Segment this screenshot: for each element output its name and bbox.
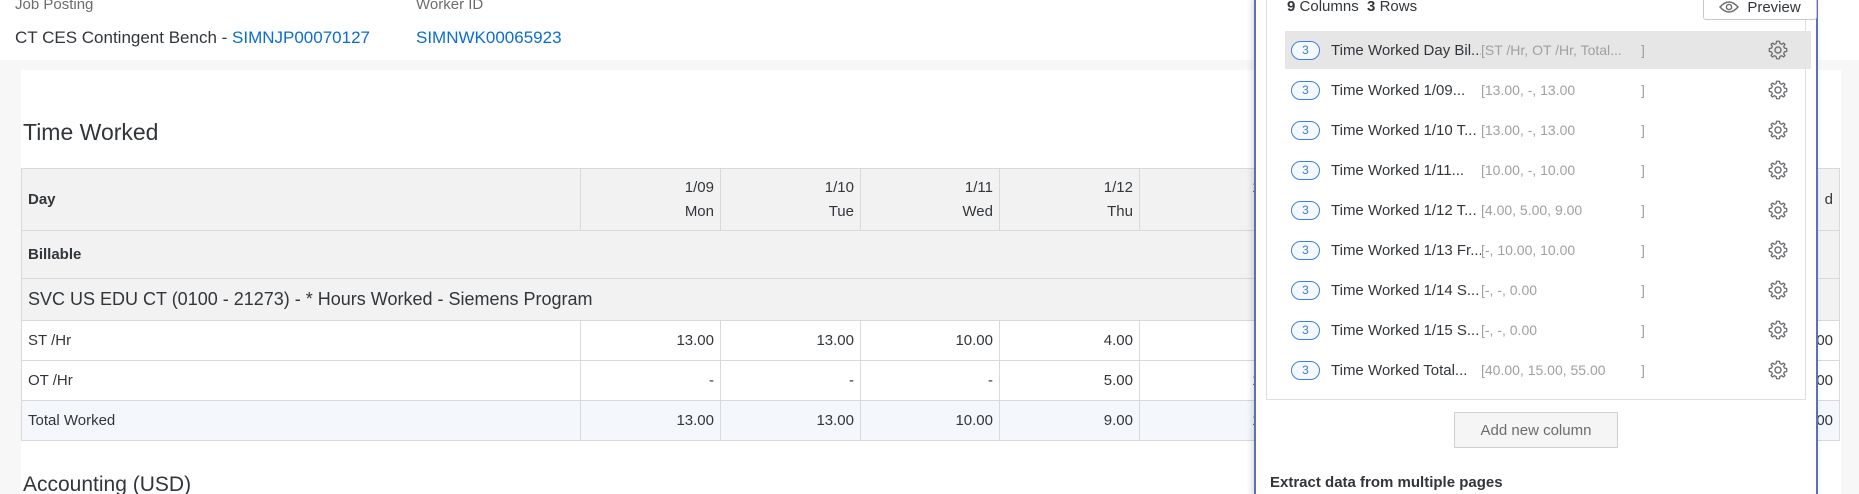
row-count-badge: 3: [1291, 80, 1320, 100]
column-item[interactable]: 3 Time Worked 1/10 T... [13.00, -, 13.00]: [1285, 111, 1811, 149]
columns-rows-summary: 9 Columns 3 Rows: [1287, 0, 1418, 15]
row-count-badge: 3: [1291, 120, 1320, 140]
table-cell: 4.00: [999, 320, 1140, 361]
column-name: Time Worked 1/10 T...: [1331, 121, 1477, 139]
worker-id-label: Worker ID: [416, 0, 484, 13]
column-name: Time Worked 1/09...: [1331, 81, 1466, 99]
gear-icon[interactable]: [1767, 199, 1789, 221]
row-count-badge: 3: [1291, 160, 1320, 180]
gear-icon[interactable]: [1767, 159, 1789, 181]
column-values-preview: [-, -, 0.00: [1481, 282, 1538, 298]
column-values-close-bracket: ]: [1641, 122, 1645, 138]
table-cell: -: [720, 360, 861, 401]
column-item[interactable]: 3 Time Worked 1/14 S... [-, -, 0.00]: [1285, 271, 1811, 309]
column-item[interactable]: 3 Time Worked Total... [40.00, 15.00, 55.0…: [1285, 351, 1811, 389]
row-label: ST /Hr: [21, 320, 581, 361]
accounting-title: Accounting (USD): [23, 473, 192, 494]
row-count-badge: 3: [1291, 360, 1320, 380]
column-values-close-bracket: ]: [1641, 42, 1645, 58]
table-cell: 13.00: [580, 320, 721, 361]
table-cell: -: [580, 360, 721, 401]
table-cell: 10.00: [860, 320, 1000, 361]
extract-multiple-pages-label: Extract data from multiple pages: [1270, 474, 1503, 491]
column-values-preview: [13.00, -, 13.00: [1481, 122, 1576, 138]
table-cell: 9.00: [999, 400, 1140, 441]
column-name: Time Worked Day Bil...: [1331, 41, 1481, 59]
column-values-close-bracket: ]: [1641, 362, 1645, 378]
column-item[interactable]: 3 Time Worked 1/12 T... [4.00, 5.00, 9.00]: [1285, 191, 1811, 229]
column-values-close-bracket: ]: [1641, 242, 1645, 258]
job-posting-prefix: CT CES Contingent Bench -: [15, 28, 233, 47]
column-values-preview: [ST /Hr, OT /Hr, Total...: [1481, 42, 1622, 58]
column-name: Time Worked Total...: [1331, 361, 1468, 379]
time-worked-title: Time Worked: [23, 119, 159, 145]
gear-icon[interactable]: [1767, 79, 1789, 101]
add-new-column-button[interactable]: Add new column: [1454, 412, 1618, 448]
row-count-badge: 3: [1291, 240, 1320, 260]
row-label: OT /Hr: [21, 360, 581, 401]
gear-icon[interactable]: [1767, 39, 1789, 61]
column-values-preview: [4.00, 5.00, 9.00: [1481, 202, 1583, 218]
extraction-panel: 9 Columns 3 Rows Preview 3 Time Worked Da…: [1254, 0, 1818, 494]
row-count-badge: 3: [1291, 40, 1320, 60]
column-values-close-bracket: ]: [1641, 202, 1645, 218]
preview-label: Preview: [1747, 0, 1801, 16]
column-header[interactable]: 1/12 Thu: [999, 168, 1140, 231]
row-label: Total Worked: [21, 400, 581, 441]
column-values-preview: [-, -, 0.00: [1481, 322, 1538, 338]
column-header[interactable]: 1/09 Mon: [580, 168, 721, 231]
job-posting-link[interactable]: SIMNJP00070127: [232, 28, 370, 47]
column-header[interactable]: 1/10 Tue: [720, 168, 861, 231]
column-name: Time Worked 1/15 S...: [1331, 321, 1480, 339]
column-values-preview: [40.00, 15.00, 55.00: [1481, 362, 1606, 378]
gear-icon[interactable]: [1767, 279, 1789, 301]
column-values-preview: [-, 10.00, 10.00: [1481, 242, 1576, 258]
column-values-close-bracket: ]: [1641, 82, 1645, 98]
job-posting-label: Job Posting: [15, 0, 94, 13]
preview-button[interactable]: Preview: [1703, 0, 1817, 20]
table-cell: 10.00: [860, 400, 1000, 441]
row-count-badge: 3: [1291, 200, 1320, 220]
column-header-day[interactable]: Day: [21, 168, 581, 231]
table-cell: 5.00: [999, 360, 1140, 401]
table-cell: 13.00: [720, 320, 861, 361]
gear-icon[interactable]: [1767, 319, 1789, 341]
eye-icon: [1719, 1, 1740, 13]
column-item[interactable]: 3 Time Worked Day Bil... [ST /Hr, OT /Hr, …: [1285, 31, 1811, 69]
column-values-close-bracket: ]: [1641, 322, 1645, 338]
gear-icon[interactable]: [1767, 359, 1789, 381]
column-item[interactable]: 3 Time Worked 1/11... [10.00, -, 10.00]: [1285, 151, 1811, 189]
gear-icon[interactable]: [1767, 119, 1789, 141]
table-cell: 13.00: [580, 400, 721, 441]
column-values-close-bracket: ]: [1641, 162, 1645, 178]
column-name: Time Worked 1/13 Fr...: [1331, 241, 1481, 259]
column-name: Time Worked 1/11...: [1331, 161, 1465, 179]
row-count-badge: 3: [1291, 320, 1320, 340]
column-values-close-bracket: ]: [1641, 282, 1645, 298]
column-name: Time Worked 1/14 S...: [1331, 281, 1480, 299]
columns-list-container: 9 Columns 3 Rows Preview 3 Time Worked Da…: [1266, 0, 1817, 400]
column-item[interactable]: 3 Time Worked 1/09... [13.00, -, 13.00]: [1285, 71, 1811, 109]
table-cell: -: [860, 360, 1000, 401]
column-values-preview: [10.00, -, 10.00: [1481, 162, 1576, 178]
row-count-badge: 3: [1291, 280, 1320, 300]
column-values-preview: [13.00, -, 13.00: [1481, 82, 1576, 98]
column-item[interactable]: 3 Time Worked 1/13 Fr... [-, 10.00, 10.00]: [1285, 231, 1811, 269]
column-item[interactable]: 3 Time Worked 1/15 S... [-, -, 0.00]: [1285, 311, 1811, 349]
gear-icon[interactable]: [1767, 239, 1789, 261]
column-header[interactable]: 1/11 Wed: [860, 168, 1000, 231]
column-name: Time Worked 1/12 T...: [1331, 201, 1477, 219]
job-posting-value: CT CES Contingent Bench - SIMNJP00070127: [15, 28, 370, 48]
worker-id-link[interactable]: SIMNWK00065923: [416, 28, 562, 48]
table-cell: 13.00: [720, 400, 861, 441]
